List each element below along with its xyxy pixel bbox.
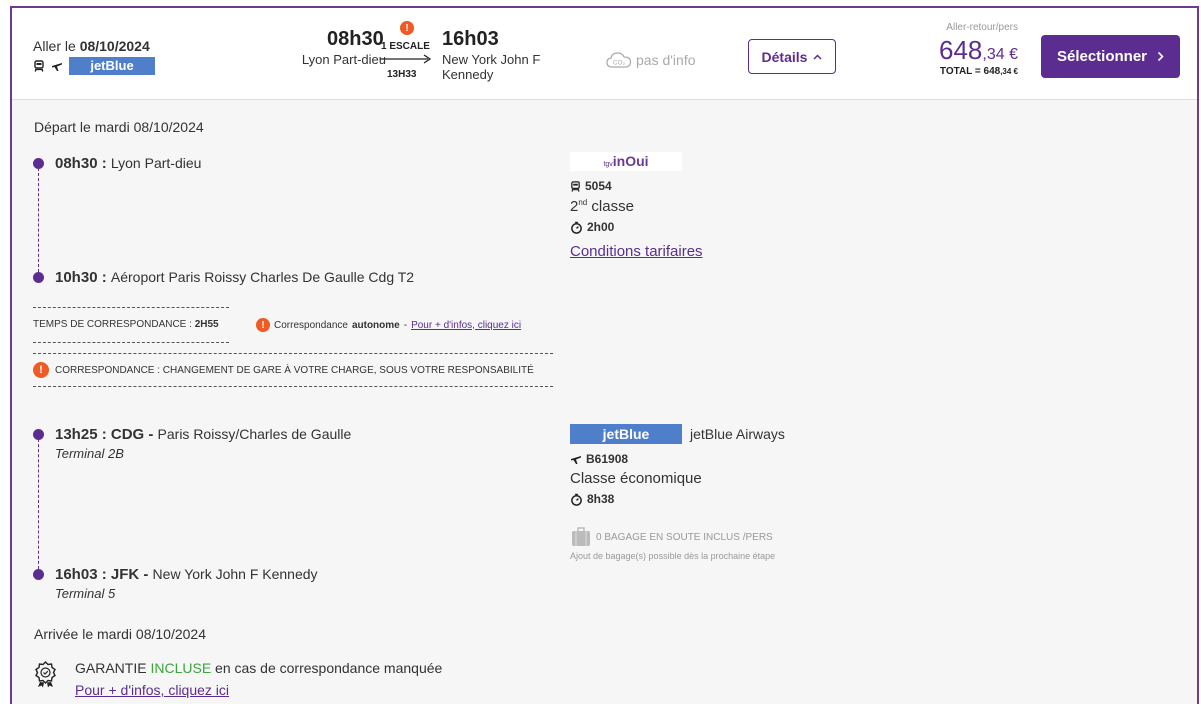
inoui-logo: tgvinOui <box>570 152 682 171</box>
baggage-note: Ajout de bagage(s) possible dès la proch… <box>570 551 776 561</box>
depart-time: 08h30 <box>327 28 384 50</box>
timeline-line <box>38 439 39 569</box>
price-label: Aller-retour/pers <box>946 22 1018 33</box>
stops-label: 1 ESCALE <box>381 41 430 52</box>
price-per-person: 648,34 € <box>939 35 1018 65</box>
co2-cloud-icon: CO₂ <box>606 52 632 68</box>
segment1-departure: 08h30 : Lyon Part-dieu <box>55 155 202 172</box>
connection-time: TEMPS DE CORRESPONDANCE : 2H55 <box>33 307 229 343</box>
journey-summary-header: Aller le 08/10/2024 jetBlue 08h30 Lyon P… <box>12 8 1197 100</box>
flight-number: B61908 <box>570 452 628 466</box>
journey-card: Aller le 08/10/2024 jetBlue 08h30 Lyon P… <box>10 6 1199 704</box>
guarantee-info-link[interactable]: Pour + d'infos, cliquez ici <box>75 682 229 698</box>
timeline-line <box>38 168 39 272</box>
fare-conditions-link[interactable]: Conditions tarifaires <box>570 243 703 260</box>
cabin-class: Classe économique <box>570 470 702 487</box>
warning-icon: ! <box>33 362 49 378</box>
segment2-arrival-terminal: Terminal 5 <box>55 586 116 601</box>
journey-details: Départ le mardi 08/10/2024 08h30 : Lyon … <box>12 100 1197 704</box>
connection-autonomous: ! Correspondance autonome - Pour + d'inf… <box>256 318 521 332</box>
train-number: 5054 <box>570 179 612 193</box>
price-block: Aller-retour/pers 648,34 € TOTAL = 648,3… <box>912 22 1018 77</box>
flight-duration: 8h38 <box>570 492 614 506</box>
warning-icon: ! <box>256 318 270 332</box>
segment1-arrival: 10h30 : Aéroport Paris Roissy Charles De… <box>55 269 415 286</box>
depart-station: Lyon Part-dieu <box>301 52 386 67</box>
suitcase-icon <box>572 527 590 546</box>
connection-info-link[interactable]: Pour + d'infos, cliquez ici <box>411 320 521 331</box>
station-change-warning: ! CORRESPONDANCE : CHANGEMENT DE GARE À … <box>33 353 553 387</box>
guarantee-badge-icon <box>35 661 56 688</box>
arrival-date: Arrivée le mardi 08/10/2024 <box>34 626 206 642</box>
arrive-station: New York John F Kennedy <box>442 52 541 82</box>
arrow-right-icon <box>380 54 432 64</box>
co2-info: CO₂ pas d'info <box>606 51 696 69</box>
price-total: TOTAL = 648,34 € <box>939 66 1018 77</box>
total-duration: 13H33 <box>387 69 417 80</box>
segment2-departure: 13h25 : CDG - Paris Roissy/Charles de Ga… <box>55 426 352 443</box>
details-button[interactable]: Détails <box>748 39 836 74</box>
train-duration: 2h00 <box>570 220 614 234</box>
plane-icon <box>571 456 581 464</box>
stopwatch-icon <box>571 493 582 506</box>
baggage-info: 0 BAGAGE EN SOUTE INCLUS /PERS <box>570 526 773 548</box>
select-button[interactable]: Sélectionner <box>1041 35 1180 78</box>
airline-logo: jetBlue <box>69 57 155 75</box>
guarantee-text: GARANTIE INCLUSE en cas de correspondanc… <box>75 660 443 676</box>
arrive-time: 16h03 <box>442 28 499 50</box>
chevron-up-icon <box>813 53 822 60</box>
outbound-date: Aller le 08/10/2024 <box>33 38 150 54</box>
stop-warning-icon: ! <box>400 21 414 35</box>
train-icon <box>34 60 44 72</box>
timeline-dot <box>33 569 44 580</box>
airline-info: jetBlue jetBlue Airways <box>570 424 785 444</box>
segment2-departure-terminal: Terminal 2B <box>55 446 124 461</box>
train-icon <box>571 180 580 192</box>
timeline-dot <box>33 272 44 283</box>
chevron-right-icon <box>1157 51 1164 62</box>
transport-modes: jetBlue <box>33 57 155 75</box>
plane-icon <box>52 63 62 71</box>
train-class: 2nd classe <box>570 198 634 215</box>
stopwatch-icon <box>571 221 582 234</box>
segment2-arrival: 16h03 : JFK - New York John F Kennedy <box>55 566 318 583</box>
departure-date: Départ le mardi 08/10/2024 <box>34 119 204 135</box>
svg-text:CO₂: CO₂ <box>613 60 626 67</box>
jetblue-logo: jetBlue <box>570 424 682 444</box>
